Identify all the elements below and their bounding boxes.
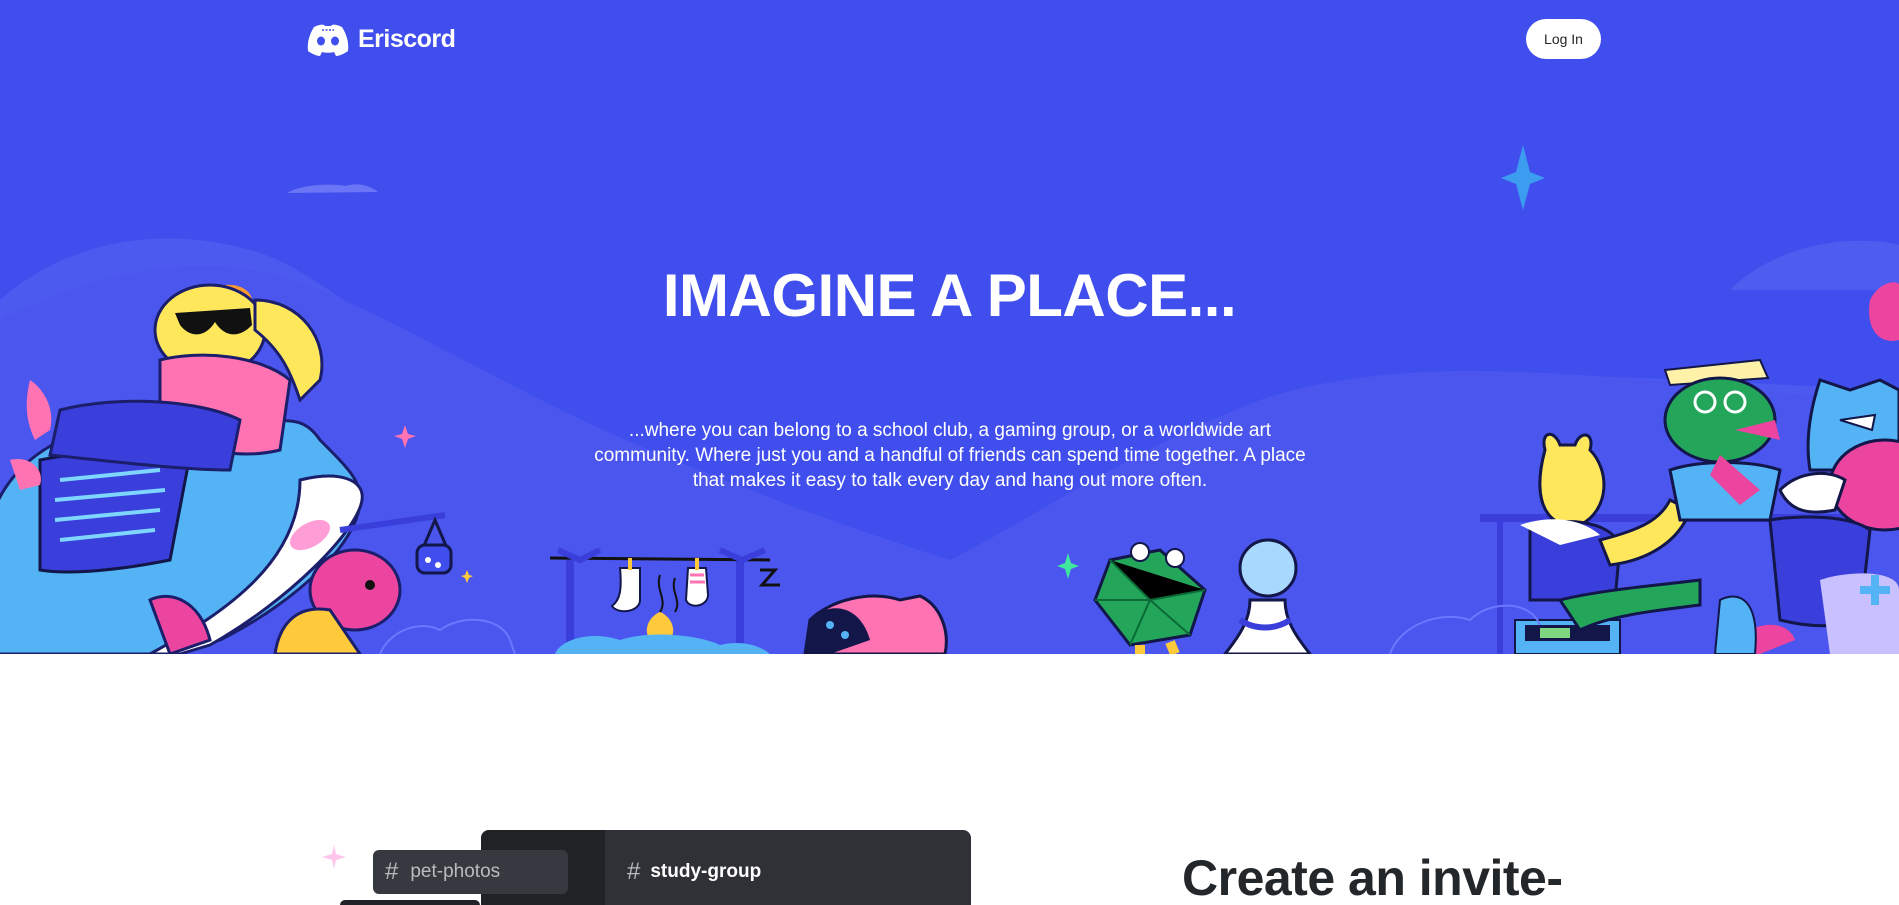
feature-title: Create an invite- bbox=[1182, 850, 1563, 905]
hero-section: Eriscord Log In IMAGINE A PLACE... ...wh… bbox=[0, 0, 1899, 654]
hashtag-icon: # bbox=[385, 858, 399, 885]
hero-description-line: ...where you can belong to a school club… bbox=[628, 420, 1272, 441]
channel-pill-label: pet-photos bbox=[410, 861, 501, 882]
top-navigation: Eriscord Log In bbox=[0, 0, 1899, 80]
channel-pill-shadow bbox=[340, 900, 480, 905]
hashtag-icon: # bbox=[627, 858, 641, 885]
hero-description-line: that makes it easy to talk every day and… bbox=[692, 470, 1208, 491]
hero-title: IMAGINE A PLACE... bbox=[662, 262, 1237, 329]
sparkle-icon bbox=[322, 845, 346, 869]
brand-logo[interactable]: Eriscord bbox=[306, 20, 456, 58]
login-button[interactable]: Log In bbox=[1526, 19, 1601, 59]
sparkle-icon bbox=[1501, 145, 1545, 210]
controller-icon bbox=[307, 24, 349, 56]
hero-description-line: community. Where just you and a handful … bbox=[594, 445, 1306, 466]
channel-pill: # pet-photos bbox=[373, 850, 568, 894]
hero-description: ...where you can belong to a school club… bbox=[550, 418, 1350, 493]
channel-name: study-group bbox=[650, 861, 762, 882]
cloud-icon bbox=[287, 184, 378, 193]
channel-header: # study-group bbox=[627, 858, 761, 886]
brand-name: Eriscord bbox=[358, 24, 456, 53]
